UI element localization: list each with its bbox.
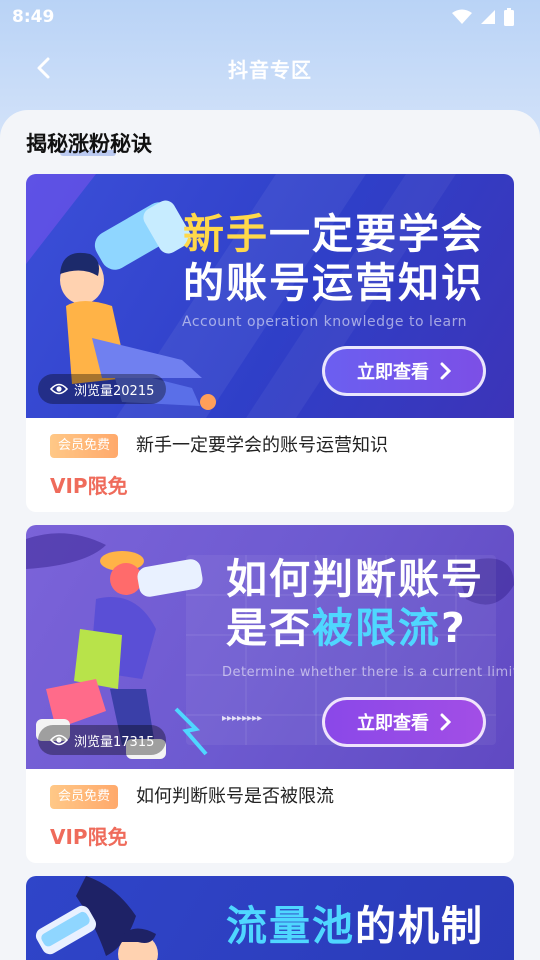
card-title: 新手一定要学会的账号运营知识 <box>136 435 388 456</box>
eye-icon <box>50 734 68 746</box>
signal-icon <box>481 10 495 24</box>
wifi-icon <box>452 9 472 24</box>
status-icons <box>452 8 514 26</box>
back-button[interactable] <box>28 52 60 84</box>
banner-subtitle: Determine whether there is a current lim… <box>222 665 514 680</box>
course-banner[interactable]: 新手一定要学会 的账号运营知识 Account operation knowle… <box>26 174 514 418</box>
chevron-right-icon <box>440 362 451 380</box>
chevron-left-icon <box>37 57 50 79</box>
content-sheet: 揭秘涨粉秘诀 新手一定要学会 的账号运营知识 Account operation… <box>0 110 540 960</box>
views-count: 浏览量17315 <box>38 725 167 755</box>
card-title: 如何判断账号是否被限流 <box>136 786 334 807</box>
eye-icon <box>50 383 68 395</box>
banner-headline: 新手一定要学会 的账号运营知识 <box>183 210 484 308</box>
battery-icon <box>504 8 514 26</box>
nav-bar: 抖音专区 <box>0 40 540 96</box>
banner-headline: 流量池的机制 <box>226 902 484 950</box>
course-card[interactable]: 新手一定要学会 的账号运营知识 Account operation knowle… <box>26 174 514 512</box>
banner-headline: 如何判断账号 是否被限流? <box>226 555 484 653</box>
status-bar: 8:49 <box>0 0 540 34</box>
banner-subtitle: Account operation knowledge to learn <box>182 314 467 330</box>
svg-text:▸▸▸▸▸▸▸▸: ▸▸▸▸▸▸▸▸ <box>222 713 262 724</box>
member-free-badge: 会员免费 <box>50 434 119 458</box>
pencil-person-illustration <box>35 876 158 960</box>
views-count: 浏览量20215 <box>38 374 167 404</box>
section-title: 揭秘涨粉秘诀 <box>26 132 152 156</box>
course-card[interactable]: 流量池的机制 <box>26 876 514 960</box>
course-card[interactable]: ▸▸▸▸▸▸▸▸ 如何判断账号 是否被限流? Determine whether… <box>26 525 514 863</box>
status-time: 8:49 <box>12 7 55 27</box>
page-title: 抖音专区 <box>228 57 312 82</box>
chevron-right-icon <box>440 713 451 731</box>
view-now-button[interactable]: 立即查看 <box>322 697 486 747</box>
member-free-badge: 会员免费 <box>50 785 119 809</box>
course-banner[interactable]: 流量池的机制 <box>26 876 514 960</box>
vip-free-label: VIP限免 <box>50 474 128 498</box>
view-now-button[interactable]: 立即查看 <box>322 346 486 396</box>
card-info: 会员免费 新手一定要学会的账号运营知识 VIP限免 <box>26 418 514 512</box>
vip-free-label: VIP限免 <box>50 825 128 849</box>
course-banner[interactable]: ▸▸▸▸▸▸▸▸ 如何判断账号 是否被限流? Determine whether… <box>26 525 514 769</box>
card-info: 会员免费 如何判断账号是否被限流 VIP限免 <box>26 769 514 863</box>
